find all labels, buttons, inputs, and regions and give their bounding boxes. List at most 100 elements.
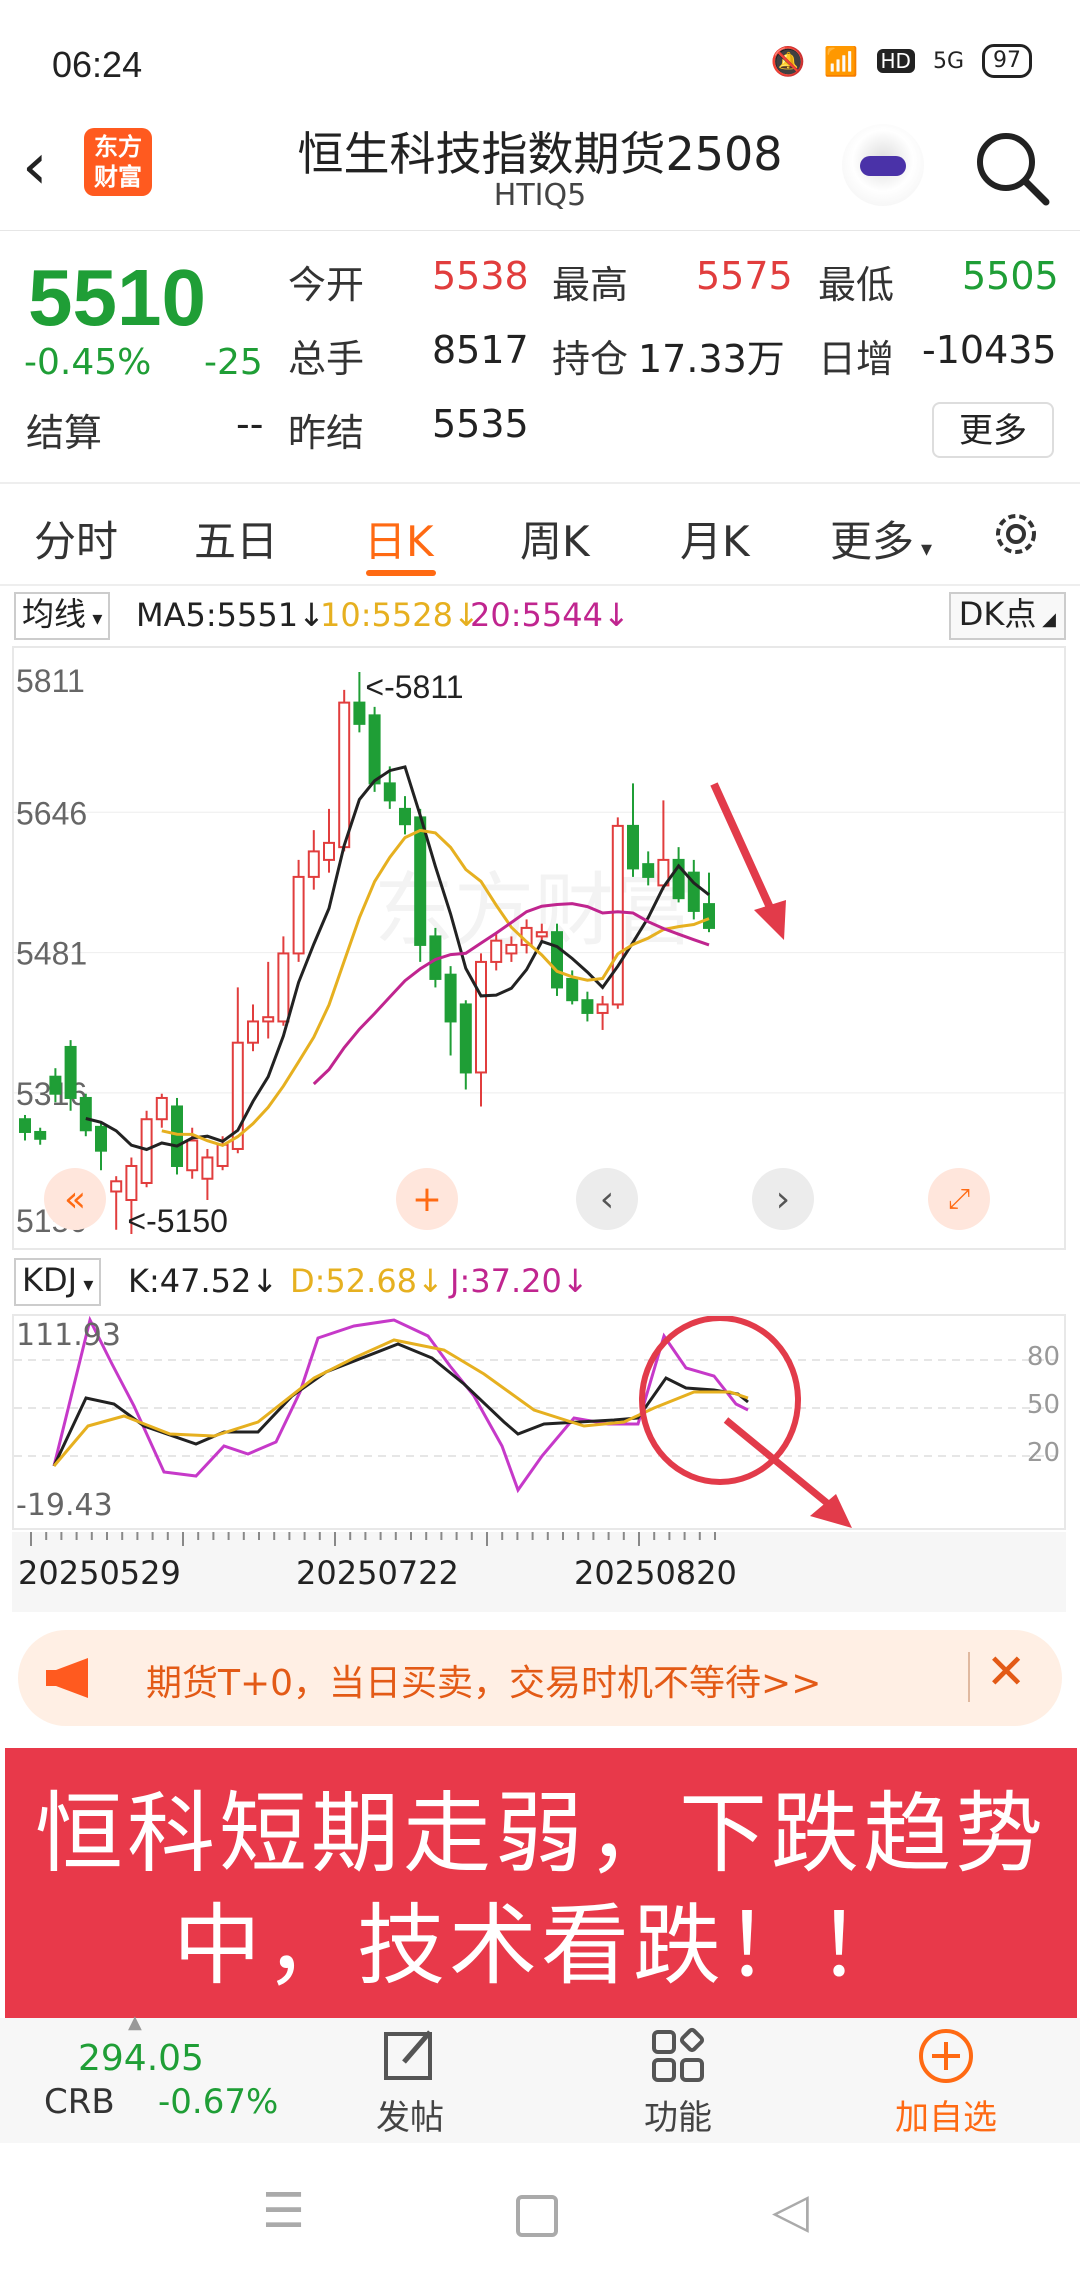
header: ‹ 东方 财富 恒生科技指数期货2508 HTIQ5	[0, 110, 1080, 231]
candle-body	[110, 1180, 123, 1193]
indicator-selector-label: KDJ	[22, 1261, 78, 1299]
candle-body	[535, 931, 548, 938]
candle-body	[171, 1105, 183, 1167]
tab-intraday[interactable]: 分时	[34, 508, 118, 569]
status-icons: 🔕 📶 HD 5G 97	[771, 44, 1032, 78]
status-bar: 06:24 🔕 📶 HD 5G 97	[0, 0, 1080, 110]
fullscreen-button[interactable]: ⤢	[928, 1168, 990, 1230]
candle-body	[49, 1075, 62, 1095]
oi-value: 17.33万	[638, 337, 785, 381]
tab-five-day[interactable]: 五日	[194, 508, 278, 569]
high-value: 5575	[696, 254, 793, 298]
open-value: 5538	[432, 254, 529, 298]
overlay-caption: 恒科短期走弱，下跌趋势 中，技术看跌！！	[5, 1748, 1077, 2018]
candle-body	[201, 1156, 214, 1180]
candle-body	[475, 960, 487, 1074]
open-label: 今开	[288, 263, 365, 307]
candle-body	[399, 807, 411, 826]
tab-weekly-k[interactable]: 周K	[520, 508, 590, 569]
megaphone-icon	[46, 1658, 88, 1698]
candle-body	[368, 714, 381, 785]
grid-icon	[652, 2027, 705, 2082]
candle-body	[490, 939, 503, 963]
oi-label: 持仓	[552, 337, 629, 381]
min-price-label: <-5150	[127, 1203, 228, 1239]
kdj-axis-top: 111.93	[16, 1318, 121, 1353]
dk-point-button[interactable]: DK点 ◢	[948, 592, 1066, 640]
tab-more[interactable]: 更多 ▾	[830, 508, 932, 569]
candle-body	[277, 952, 290, 1023]
menu-icon[interactable]: ☰	[262, 2183, 305, 2239]
candle-body	[353, 701, 366, 725]
candle-body	[444, 973, 457, 1023]
active-tab-indicator	[366, 570, 436, 576]
ma-legend: 均线 ▾ MA5:5551↓ 10:5528↓ 20:5544↓ DK点 ◢	[14, 592, 1066, 642]
caret-down-icon: ▾	[77, 1272, 94, 1296]
caret-down-icon: ▾	[914, 537, 933, 562]
home-icon[interactable]	[516, 2195, 558, 2237]
promo-banner[interactable]: 期货T+0，当日买卖，交易时机不等待>> ✕	[18, 1630, 1062, 1726]
caret-down-icon: ▾	[86, 606, 103, 630]
volume-label: 总手	[288, 337, 365, 381]
candle-body	[247, 1020, 259, 1044]
settings-icon[interactable]	[988, 506, 1044, 562]
tab-daily-k[interactable]: 日K	[364, 508, 434, 569]
candle-body	[155, 1096, 168, 1121]
ma20-value: 20:5544↓	[470, 596, 630, 634]
candle-body	[307, 850, 320, 878]
kdj-level-50: 50	[1026, 1390, 1060, 1420]
candle-body	[125, 1164, 138, 1201]
candle-body	[292, 875, 305, 955]
zoom-in-button[interactable]: +	[396, 1168, 458, 1230]
kdj-j-value: J:37.20↓	[450, 1262, 589, 1300]
y-tick-label: 5481	[16, 936, 87, 972]
hd-icon: HD	[876, 49, 915, 73]
post-button[interactable]: 发帖	[350, 2018, 470, 2143]
period-tabs: 分时 五日 日K 周K 月K 更多 ▾	[0, 484, 1080, 586]
low-value: 5505	[962, 254, 1059, 298]
prev-settle-value: 5535	[432, 402, 529, 446]
edit-icon	[384, 2030, 432, 2080]
annotation-arrowhead	[810, 1494, 852, 1528]
candle-body	[79, 1096, 92, 1132]
more-button[interactable]: 更多	[932, 402, 1054, 458]
ma-selector[interactable]: 均线 ▾	[14, 592, 111, 640]
scroll-right-button[interactable]: ›	[752, 1168, 814, 1230]
candlestick-chart[interactable]: 东方财富58115646548153165150<-5811<-5150 « +…	[12, 646, 1066, 1250]
kdj-svg	[14, 1316, 1064, 1528]
max-price-label: <-5811	[365, 669, 463, 705]
candle-body	[186, 1139, 199, 1172]
crb-ticker[interactable]: ▲ 294.05 CRB -0.67%	[20, 2012, 278, 2143]
crb-value: 294.05	[78, 2038, 204, 2079]
robot-assistant-icon[interactable]	[842, 124, 924, 206]
function-button[interactable]: 功能	[618, 2018, 738, 2143]
date-label-1: 20250529	[18, 1554, 181, 1592]
candle-body	[140, 1118, 153, 1184]
candle-body	[611, 824, 624, 1006]
change-value: -25	[204, 342, 263, 383]
candle-body	[581, 999, 594, 1014]
scroll-left-button[interactable]: ‹	[576, 1168, 638, 1230]
crb-percent: -0.67%	[158, 2082, 279, 2122]
tab-monthly-k[interactable]: 月K	[680, 508, 750, 569]
settle-label: 结算	[26, 411, 103, 455]
kdj-d-value: D:52.68↓	[290, 1262, 444, 1300]
add-watchlist-button[interactable]: 加自选	[876, 2018, 1016, 2143]
close-icon[interactable]: ✕	[986, 1644, 1026, 1700]
candle-body	[627, 824, 639, 870]
search-icon[interactable]	[972, 128, 1052, 208]
change-percent: -0.45%	[24, 342, 152, 383]
candle-body	[642, 863, 655, 878]
post-label: 发帖	[376, 2098, 444, 2138]
date-ticks	[30, 1532, 716, 1546]
high-label: 最高	[552, 263, 629, 307]
candle-body	[414, 816, 427, 946]
indicator-selector[interactable]: KDJ ▾	[14, 1258, 102, 1306]
kdj-axis-bottom: -19.43	[16, 1488, 113, 1523]
scroll-to-start-button[interactable]: «	[44, 1168, 106, 1230]
candle-body	[505, 943, 518, 955]
kdj-chart[interactable]: 111.93 -19.43 80 50 20	[12, 1314, 1066, 1530]
candle-body	[19, 1118, 31, 1133]
add-watchlist-label: 加自选	[895, 2098, 997, 2138]
back-nav-icon[interactable]: ◁	[772, 2183, 809, 2239]
